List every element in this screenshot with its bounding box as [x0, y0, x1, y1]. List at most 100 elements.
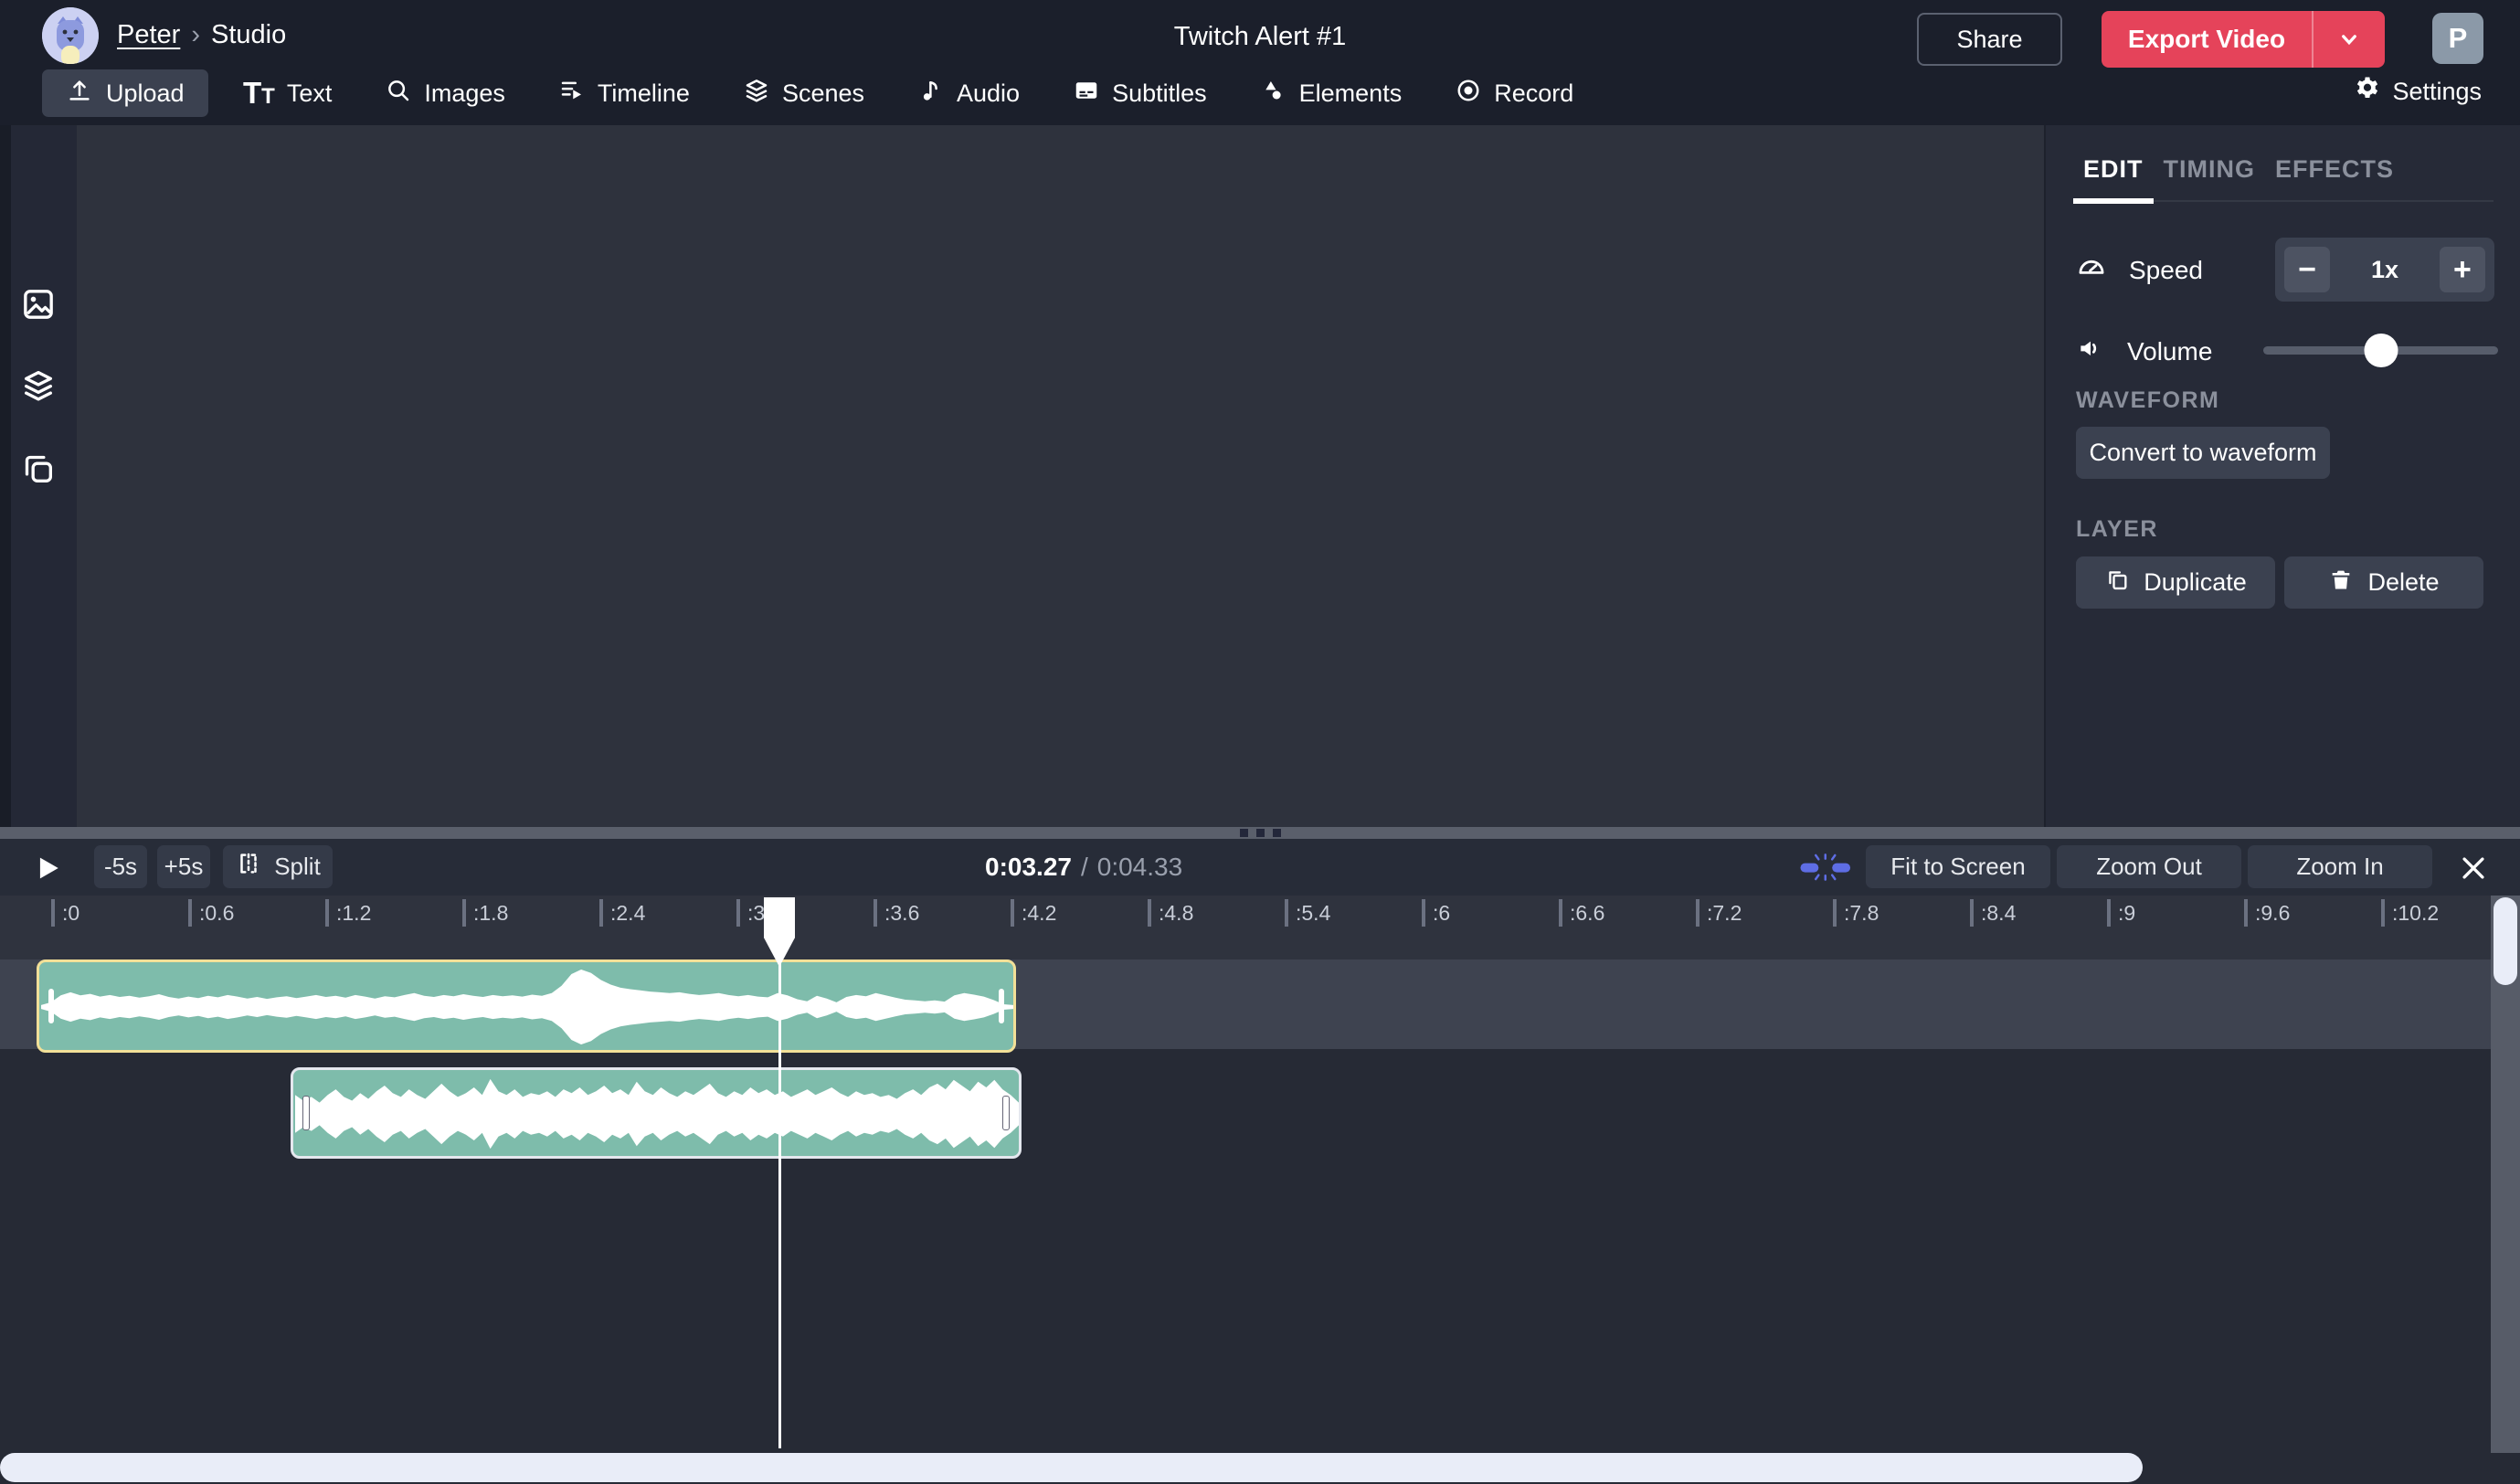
speed-stepper: − 1x +: [2275, 238, 2494, 302]
ruler-tick: :1.2: [325, 899, 371, 927]
toolbar-item-text[interactable]: TT Text: [243, 78, 332, 110]
fit-to-screen-button[interactable]: Fit to Screen: [1866, 845, 2050, 888]
volume-row: Volume: [2076, 334, 2212, 369]
upload-icon: [66, 77, 93, 111]
toolbar-item-label: Scenes: [782, 80, 864, 108]
speed-decrease-button[interactable]: −: [2284, 247, 2330, 292]
copy-icon: [2104, 567, 2130, 599]
total-time: 0:04.33: [1097, 853, 1182, 882]
ruler-tick: :1.8: [462, 899, 508, 927]
trim-handle-left[interactable]: [302, 1096, 310, 1130]
ruler-tick: :3: [736, 899, 765, 927]
toolbar-item-elements[interactable]: Elements: [1260, 77, 1403, 111]
speaker-icon: [2076, 334, 2105, 369]
toolbar-item-subtitles[interactable]: Subtitles: [1073, 77, 1207, 111]
duplicate-layer-button[interactable]: Duplicate: [2076, 556, 2275, 609]
zoom-in-button[interactable]: Zoom In: [2248, 845, 2432, 888]
toolbar-item-scenes[interactable]: Scenes: [743, 77, 864, 111]
split-label: Split: [274, 853, 321, 881]
toolbar-item-label: Audio: [957, 80, 1020, 108]
timeline-toolbar: -5s +5s Split 0:03.27 / 0:04.33 Fit to S…: [0, 839, 2520, 896]
ruler-tick: :2.4: [599, 899, 645, 927]
timeline-icon: [558, 77, 586, 111]
sidebar-layers-icon[interactable]: [20, 366, 57, 403]
top-bar: Peter › Studio Twitch Alert #1 Share Exp…: [0, 0, 2520, 125]
settings-button[interactable]: Settings: [2354, 75, 2482, 109]
trash-icon: [2328, 567, 2354, 599]
convert-to-waveform-button[interactable]: Convert to waveform: [2076, 427, 2330, 479]
subtitles-icon: [1073, 77, 1100, 111]
text-icon: TT: [243, 78, 275, 110]
scenes-icon: [743, 77, 770, 111]
panel-resize-handle[interactable]: [0, 827, 2520, 839]
ruler-tick: :7.8: [1833, 899, 1879, 927]
speed-increase-button[interactable]: +: [2440, 247, 2485, 292]
toolbar-item-record[interactable]: Record: [1455, 77, 1573, 111]
speed-row: Speed: [2076, 251, 2203, 289]
magnetic-snap-icon[interactable]: [1798, 853, 1855, 885]
audio-clip-2[interactable]: [291, 1067, 1022, 1159]
trim-handle-right[interactable]: [999, 989, 1004, 1023]
left-sidebar-gutter: [0, 125, 11, 827]
profile-badge[interactable]: P: [2432, 13, 2483, 64]
ruler-tick: :0: [51, 899, 79, 927]
toolbar-item-timeline[interactable]: Timeline: [558, 77, 690, 111]
share-button[interactable]: Share: [1917, 13, 2062, 66]
horizontal-scrollbar-thumb[interactable]: [0, 1453, 2143, 1482]
time-display: 0:03.27 / 0:04.33: [985, 839, 1182, 896]
settings-label: Settings: [2392, 78, 2482, 106]
ruler-tick: :10.2: [2381, 899, 2439, 927]
sidebar-image-icon[interactable]: [20, 286, 57, 323]
toolbar-item-label: Subtitles: [1112, 80, 1207, 108]
speed-label: Speed: [2129, 256, 2203, 285]
trim-handle-left[interactable]: [48, 989, 54, 1023]
volume-label: Volume: [2127, 337, 2212, 366]
toolbar-item-label: Text: [287, 80, 333, 108]
delete-layer-button[interactable]: Delete: [2284, 556, 2483, 609]
waveform-graphic: [41, 966, 1013, 1048]
toolbar-item-audio[interactable]: Audio: [917, 77, 1020, 111]
skip-back-5s-button[interactable]: -5s: [94, 845, 147, 888]
upload-label: Upload: [106, 80, 185, 108]
gauge-icon: [2076, 251, 2107, 289]
split-icon: [235, 850, 262, 884]
zoom-out-button[interactable]: Zoom Out: [2057, 845, 2241, 888]
toolbar-item-label: Elements: [1299, 80, 1403, 108]
tab-effects[interactable]: EFFECTS: [2265, 155, 2404, 200]
volume-slider-thumb[interactable]: [2364, 334, 2398, 367]
vertical-scrollbar-thumb[interactable]: [2494, 897, 2517, 985]
ruler-tick: :7.2: [1696, 899, 1742, 927]
ruler-tick: :8.4: [1970, 899, 2016, 927]
ruler-tick: :4.8: [1148, 899, 1193, 927]
toolbar-item-images[interactable]: Images: [385, 77, 505, 111]
sidebar-copies-icon[interactable]: [20, 450, 57, 487]
record-icon: [1455, 77, 1482, 111]
play-button[interactable]: [31, 853, 62, 888]
audio-clip-1[interactable]: [37, 959, 1016, 1053]
trim-handle-right[interactable]: [1002, 1096, 1010, 1130]
tab-timing[interactable]: TIMING: [2154, 155, 2266, 200]
left-sidebar: [0, 125, 77, 827]
upload-button[interactable]: Upload: [42, 69, 208, 117]
volume-slider[interactable]: [2263, 334, 2498, 366]
waveform-graphic: [295, 1074, 1019, 1154]
vertical-scrollbar-track[interactable]: [2491, 896, 2520, 1453]
elements-icon: [1260, 77, 1287, 111]
inspector-tabs: EDITTIMINGEFFECTS: [2073, 155, 2494, 202]
ruler-tick: :9: [2107, 899, 2135, 927]
timeline-ruler[interactable]: :0:0.6:1.2:1.8:2.4:3:3.6:4.2:4.8:5.4:6:6…: [0, 896, 2491, 959]
layer-section-label: LAYER: [2076, 516, 2158, 543]
inspector-panel: EDITTIMINGEFFECTS Speed − 1x + Volume WA…: [2044, 125, 2520, 827]
export-video-button[interactable]: Export Video: [2102, 11, 2385, 68]
timeline-tracks: :0:0.6:1.2:1.8:2.4:3:3.6:4.2:4.8:5.4:6:6…: [0, 896, 2520, 1484]
ruler-tick: :6.6: [1559, 899, 1604, 927]
toolbar-nav: TT Text Images Timeline Scenes Audio Subtitles…: [243, 69, 1573, 117]
chevron-down-icon[interactable]: [2314, 26, 2385, 53]
close-timeline-icon[interactable]: [2458, 853, 2489, 888]
tab-edit[interactable]: EDIT: [2073, 155, 2154, 200]
skip-forward-5s-button[interactable]: +5s: [157, 845, 210, 888]
split-button[interactable]: Split: [223, 845, 333, 888]
ruler-tick: :9.6: [2244, 899, 2290, 927]
playhead-line[interactable]: [778, 897, 781, 1448]
time-separator: /: [1081, 853, 1088, 882]
